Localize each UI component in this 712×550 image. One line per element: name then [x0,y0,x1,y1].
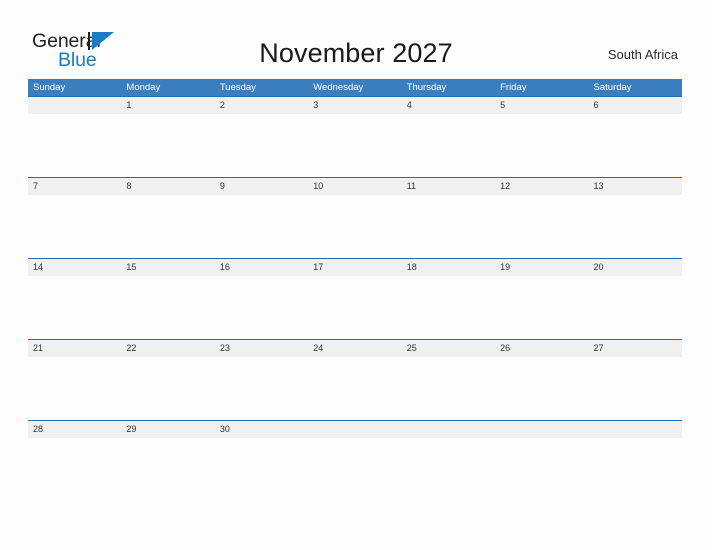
day-cell[interactable] [402,421,495,438]
day-cell[interactable]: 12 [495,178,588,195]
day-cell[interactable]: 25 [402,340,495,357]
calendar-grid: Sunday Monday Tuesday Wednesday Thursday… [28,79,682,501]
day-cell[interactable]: 15 [121,259,214,276]
page-title: November 2027 [259,38,453,68]
day-cell[interactable] [589,421,682,438]
weekday-header-tuesday: Tuesday [219,82,256,93]
weekday-header-thursday: Thursday [406,82,447,93]
day-cell[interactable]: 10 [308,178,401,195]
day-cell[interactable]: 4 [402,97,495,114]
day-cell[interactable]: 6 [589,97,682,114]
day-cell[interactable]: 13 [589,178,682,195]
page-header: General Blue November 2027 South Africa [0,0,712,79]
day-cell[interactable]: 22 [121,340,214,357]
day-cell[interactable] [28,97,121,114]
week-date-band: 7 8 9 10 11 12 13 [28,178,682,195]
weekday-header-friday: Friday [500,82,527,93]
day-cell[interactable]: 9 [215,178,308,195]
day-cell[interactable]: 2 [215,97,308,114]
day-cell[interactable]: 29 [121,421,214,438]
week-notes-area[interactable] [28,195,682,258]
weekday-header-wednesday: Wednesday [313,82,364,93]
week-row: 7 8 9 10 11 12 13 [28,177,682,258]
day-cell[interactable]: 17 [308,259,401,276]
day-cell[interactable]: 23 [215,340,308,357]
week-date-band: 14 15 16 17 18 19 20 [28,259,682,276]
day-cell[interactable]: 18 [402,259,495,276]
day-cell[interactable]: 28 [28,421,121,438]
day-cell[interactable]: 3 [308,97,401,114]
day-cell[interactable]: 26 [495,340,588,357]
week-row: 21 22 23 24 25 26 27 [28,339,682,420]
weekday-header-sunday: Sunday [33,82,66,93]
week-row: 14 15 16 17 18 19 20 [28,258,682,339]
day-cell[interactable]: 11 [402,178,495,195]
week-row: 1 2 3 4 5 6 [28,96,682,177]
day-cell[interactable] [308,421,401,438]
weekday-header-saturday: Saturday [593,82,632,93]
week-notes-area[interactable] [28,438,682,501]
week-notes-area[interactable] [28,114,682,177]
weekday-header-row: Sunday Monday Tuesday Wednesday Thursday… [28,79,682,96]
day-cell[interactable]: 8 [121,178,214,195]
week-date-band: 21 22 23 24 25 26 27 [28,340,682,357]
day-cell[interactable]: 30 [215,421,308,438]
day-cell[interactable]: 19 [495,259,588,276]
week-date-band: 28 29 30 [28,421,682,438]
day-cell[interactable]: 27 [589,340,682,357]
week-date-band: 1 2 3 4 5 6 [28,97,682,114]
day-cell[interactable]: 21 [28,340,121,357]
day-cell[interactable]: 24 [308,340,401,357]
day-cell[interactable]: 14 [28,259,121,276]
day-cell[interactable]: 1 [121,97,214,114]
week-row: 28 29 30 [28,420,682,501]
day-cell[interactable] [495,421,588,438]
calendar-page: General Blue November 2027 South Africa … [0,0,712,550]
week-notes-area[interactable] [28,276,682,339]
weekday-header-monday: Monday [126,82,161,93]
day-cell[interactable]: 16 [215,259,308,276]
day-cell[interactable]: 20 [589,259,682,276]
location-label: South Africa [607,47,678,62]
week-notes-area[interactable] [28,357,682,420]
day-cell[interactable]: 7 [28,178,121,195]
day-cell[interactable]: 5 [495,97,588,114]
